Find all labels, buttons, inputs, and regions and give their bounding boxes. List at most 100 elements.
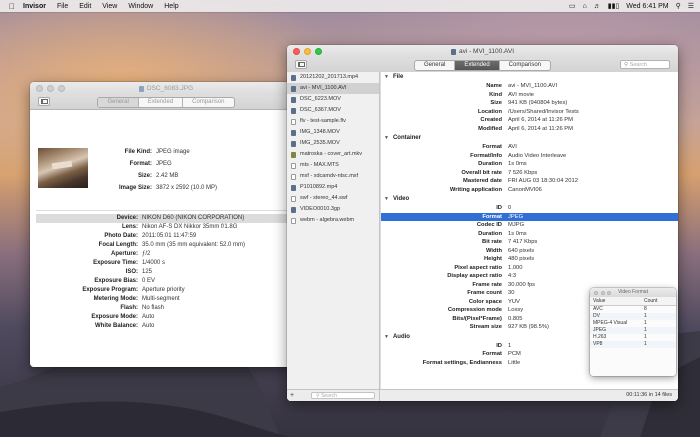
table-row[interactable]: JPEG 1: [590, 327, 676, 334]
search-field[interactable]: ⚲ Search: [620, 60, 670, 69]
close-button[interactable]: [594, 290, 598, 295]
table-row[interactable]: VP8 1: [590, 341, 676, 348]
metadata-row[interactable]: Location/Users/Shared/Invisor Tests: [380, 108, 678, 117]
exif-row-aperture[interactable]: Aperture: ƒ/2: [36, 250, 296, 259]
column-header-count[interactable]: Count: [644, 297, 657, 305]
file-list-item[interactable]: P1010892.mp4: [287, 182, 379, 193]
metadata-row[interactable]: ID 0: [380, 204, 678, 213]
sidebar-toggle-button[interactable]: [295, 60, 307, 69]
exif-row-metering-mode[interactable]: Metering Mode: Multi-segment: [36, 295, 296, 304]
metadata-row[interactable]: Bit rate 7 417 Kbps: [380, 238, 678, 247]
metadata-row[interactable]: Height 480 pixels: [380, 255, 678, 264]
file-list-item[interactable]: 20121202_201713.mp4: [287, 72, 379, 83]
column-header-value[interactable]: Value: [590, 297, 644, 305]
section-video[interactable]: ▼ Video: [380, 194, 678, 204]
jpg-window-titlebar[interactable]: DSC_6083.JPG: [30, 82, 302, 95]
menu-file[interactable]: File: [57, 3, 68, 10]
menu-window[interactable]: Window: [128, 3, 153, 10]
exif-row-focal-length[interactable]: Focal Length: 35.0 mm (35 mm equivalent: …: [36, 241, 296, 250]
table-row[interactable]: AVC 8: [590, 306, 676, 313]
zoom-button[interactable]: [58, 85, 65, 92]
file-list-item[interactable]: avi - MVI_1100.AVI: [287, 83, 379, 94]
exif-row-exposure-mode[interactable]: Exposure Mode: Auto: [36, 313, 296, 322]
metadata-row-selected[interactable]: Format JPEG: [380, 212, 678, 221]
file-list-item[interactable]: mts - MAX.MTS: [287, 160, 379, 171]
file-list-item[interactable]: matroska - cover_art.mkv: [287, 149, 379, 160]
menu-app[interactable]: Invisor: [23, 3, 46, 10]
tab-extended[interactable]: Extended: [455, 60, 500, 70]
table-row[interactable]: DV 1: [590, 313, 676, 320]
file-list-item[interactable]: mxf - xdcamdv-ntsc.mxf: [287, 171, 379, 182]
menu-help[interactable]: Help: [164, 3, 178, 10]
metadata-row[interactable]: Duration 1s 0ms: [380, 160, 678, 169]
exif-row-exposure-time[interactable]: Exposure Time: 1/4000 s: [36, 259, 296, 268]
minimize-button[interactable]: [47, 85, 54, 92]
file-list-item[interactable]: DSC_6223.MOV: [287, 94, 379, 105]
tab-comparison[interactable]: Comparison: [183, 98, 233, 107]
exif-row-lens[interactable]: Lens: Nikon AF-S DX Nikkor 35mm f/1.8G: [36, 223, 296, 232]
metadata-row[interactable]: Codec ID MJPG: [380, 221, 678, 230]
metadata-row[interactable]: Kind AVI movie: [380, 91, 678, 100]
close-button[interactable]: [36, 85, 43, 92]
metadata-row[interactable]: Overall bit rate 7 526 Kbps: [380, 169, 678, 178]
file-filter-input[interactable]: ⚲ Search: [311, 392, 375, 399]
table-row[interactable]: H.263 1: [590, 334, 676, 341]
sidebar-toggle-button[interactable]: [38, 97, 50, 106]
add-file-button[interactable]: +: [287, 392, 297, 399]
exif-row-white-balance[interactable]: White Balance: Auto: [36, 322, 296, 331]
metadata-row[interactable]: Format AVI: [380, 143, 678, 152]
metadata-row[interactable]: Writing application CanonMVI06: [380, 186, 678, 195]
avi-window-titlebar[interactable]: avi - MVI_1100.AVI: [287, 45, 678, 58]
spotlight-icon[interactable]: ⚲: [676, 2, 681, 10]
notification-center-icon[interactable]: ☰: [688, 2, 694, 10]
wifi-icon[interactable]: ⌂: [583, 3, 587, 10]
disclosure-triangle-icon[interactable]: ▼: [384, 133, 389, 143]
metadata-row[interactable]: Width 640 pixels: [380, 247, 678, 256]
tab-extended[interactable]: Extended: [139, 97, 184, 107]
zoom-button[interactable]: [607, 290, 611, 295]
apple-menu-icon[interactable]: : [9, 2, 15, 11]
metadata-row[interactable]: Duration 1s 0ms: [380, 230, 678, 239]
tab-comparison[interactable]: Comparison: [500, 61, 550, 70]
tab-general[interactable]: General: [415, 60, 456, 70]
disclosure-triangle-icon[interactable]: ▼: [384, 72, 389, 82]
metadata-row[interactable]: Created April 6, 2014 at 11:26 PM: [380, 116, 678, 125]
file-list-item[interactable]: webm - algebra.webm: [287, 215, 379, 226]
menu-edit[interactable]: Edit: [79, 3, 91, 10]
airplay-icon[interactable]: ▭: [569, 2, 576, 10]
minimize-button[interactable]: [600, 290, 605, 295]
disclosure-triangle-icon[interactable]: ▼: [384, 332, 389, 342]
exif-row-device[interactable]: Device: NIKON D60 (NIKON CORPORATION): [36, 214, 296, 223]
exif-row-flash[interactable]: Flash: No flash: [36, 304, 296, 313]
zoom-button[interactable]: [315, 48, 322, 55]
exif-row-iso[interactable]: ISO: 125: [36, 268, 296, 277]
menu-view[interactable]: View: [102, 3, 117, 10]
battery-icon[interactable]: ▮▮▯: [608, 2, 620, 10]
metadata-row[interactable]: Format/Info Audio Video Interleave: [380, 152, 678, 161]
section-container[interactable]: ▼ Container: [380, 133, 678, 143]
file-list-item[interactable]: DSC_6367.MOV: [287, 105, 379, 116]
volume-icon[interactable]: ♬: [594, 3, 601, 10]
metadata-row[interactable]: Mastered date FRI AUG 03 18:30:04 2012: [380, 177, 678, 186]
metadata-row[interactable]: Display aspect ratio 4:3: [380, 272, 678, 281]
exif-row-exposure-bias[interactable]: Exposure Bias: 0 EV: [36, 277, 296, 286]
table-row[interactable]: MPEG-4 Visual 1: [590, 320, 676, 327]
close-button[interactable]: [293, 48, 300, 55]
minimize-button[interactable]: [304, 48, 311, 55]
section-file[interactable]: ▼ File: [380, 72, 678, 82]
menubar-clock[interactable]: Wed 6:41 PM: [626, 3, 668, 10]
exif-row-exposure-program[interactable]: Exposure Program: Aperture priority: [36, 286, 296, 295]
disclosure-triangle-icon[interactable]: ▼: [384, 194, 389, 204]
tab-general[interactable]: General: [98, 97, 139, 107]
video-format-panel-titlebar[interactable]: Video Format: [590, 288, 676, 297]
file-list-item[interactable]: VIDEO0010.3gp: [287, 204, 379, 215]
metadata-row[interactable]: Size 941 KB (940804 bytes): [380, 99, 678, 108]
file-list-item[interactable]: swf - stereo_44.swf: [287, 193, 379, 204]
metadata-row[interactable]: Pixel aspect ratio 1.000: [380, 264, 678, 273]
file-list-item[interactable]: flv - test-sample.flv: [287, 116, 379, 127]
metadata-row[interactable]: Modified April 6, 2014 at 11:26 PM: [380, 125, 678, 134]
exif-row-photo-date[interactable]: Photo Date: 2011:05:01 11:47:59: [36, 232, 296, 241]
file-list-item[interactable]: IMG_2535.MOV: [287, 138, 379, 149]
file-list-item[interactable]: IMG_1348.MOV: [287, 127, 379, 138]
metadata-row[interactable]: Name avi - MVI_1100.AVI: [380, 82, 678, 91]
